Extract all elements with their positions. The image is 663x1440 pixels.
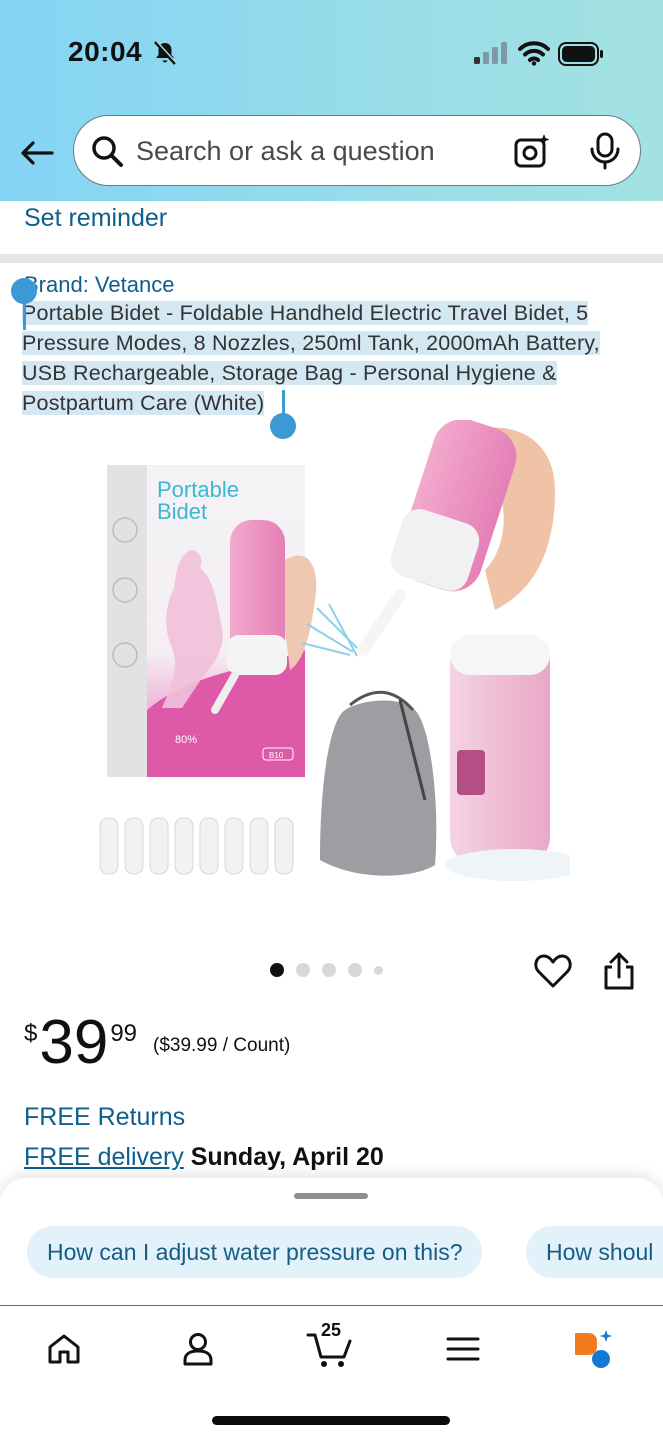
search-input[interactable] (136, 134, 476, 168)
standing-device-display (457, 750, 485, 795)
price-fraction: 99 (110, 1020, 138, 1047)
set-reminder-link[interactable]: Set reminder (24, 204, 167, 233)
wifi-icon (518, 41, 550, 66)
section-divider (0, 254, 663, 263)
account-icon (183, 1333, 213, 1366)
storage-bag (320, 700, 437, 876)
signal-icon (474, 42, 507, 64)
product-title-block: Portable Bidet - Foldable Handheld Elect… (22, 298, 640, 418)
carousel-dot[interactable] (374, 965, 383, 975)
status-time: 20:04 (68, 36, 143, 67)
unit-price: ($39.99 / Count) (153, 1035, 291, 1056)
selection-stem-start (23, 300, 26, 330)
price: $ 39 99 (24, 1010, 137, 1076)
hand (285, 555, 317, 670)
brand-link[interactable]: Brand: Vetance (24, 272, 174, 298)
product-title: Portable Bidet - Foldable Handheld Elect… (22, 301, 600, 415)
model-text: B10 (269, 751, 284, 760)
battery-icon (558, 42, 603, 66)
delivery-info: FREE delivery Sunday, April 20 (24, 1143, 384, 1172)
free-delivery-link[interactable]: FREE delivery (24, 1143, 184, 1171)
share-icon[interactable] (602, 951, 636, 991)
handheld-nozzle (357, 589, 406, 656)
sheet-drag-handle[interactable] (294, 1193, 368, 1199)
selection-handle-start[interactable] (11, 278, 37, 304)
carousel-dot[interactable] (322, 963, 336, 977)
home-indicator (212, 1416, 450, 1425)
menu-icon (446, 1337, 480, 1361)
rufus-icon (575, 1330, 612, 1368)
back-button[interactable] (14, 130, 60, 176)
nav-rufus[interactable] (563, 1324, 623, 1374)
carousel-dot[interactable] (296, 963, 310, 977)
camera-lens-icon[interactable] (514, 132, 552, 170)
carousel-dot[interactable] (270, 963, 284, 977)
home-icon (48, 1334, 80, 1364)
carousel-dot[interactable] (348, 963, 362, 977)
nav-account[interactable] (168, 1324, 228, 1374)
suggestions-sheet: How can I adjust water pressure on this?… (0, 1178, 663, 1306)
nav-menu[interactable] (433, 1324, 493, 1374)
standing-device-cap (450, 635, 550, 675)
free-returns-link[interactable]: FREE Returns (24, 1103, 185, 1132)
badge-text: 80% (175, 734, 197, 746)
microphone-icon[interactable] (588, 132, 622, 170)
search-icon (92, 136, 123, 167)
delivery-date: Sunday, April 20 (190, 1143, 384, 1171)
price-currency: $ (24, 1020, 38, 1047)
bell-muted-icon (154, 40, 178, 65)
price-whole: 39 (39, 1008, 109, 1077)
nozzle-row (99, 817, 294, 875)
image-carousel-dots[interactable] (270, 963, 383, 977)
search-bar[interactable] (73, 115, 641, 186)
suggestion-chip[interactable]: How shoul (526, 1226, 663, 1278)
arrow-left-icon (21, 141, 54, 165)
header-bar: 20:04 (0, 0, 663, 201)
box-device-base (227, 635, 287, 675)
box-brand-text: Bidet (157, 499, 207, 524)
product-image[interactable]: Portable Bidet 80% B10 (95, 420, 570, 890)
cart-count-badge: 25 (321, 1320, 342, 1340)
heart-icon[interactable] (534, 953, 572, 989)
suggestion-chip[interactable]: How can I adjust water pressure on this? (27, 1226, 483, 1278)
nav-home[interactable] (34, 1324, 94, 1374)
